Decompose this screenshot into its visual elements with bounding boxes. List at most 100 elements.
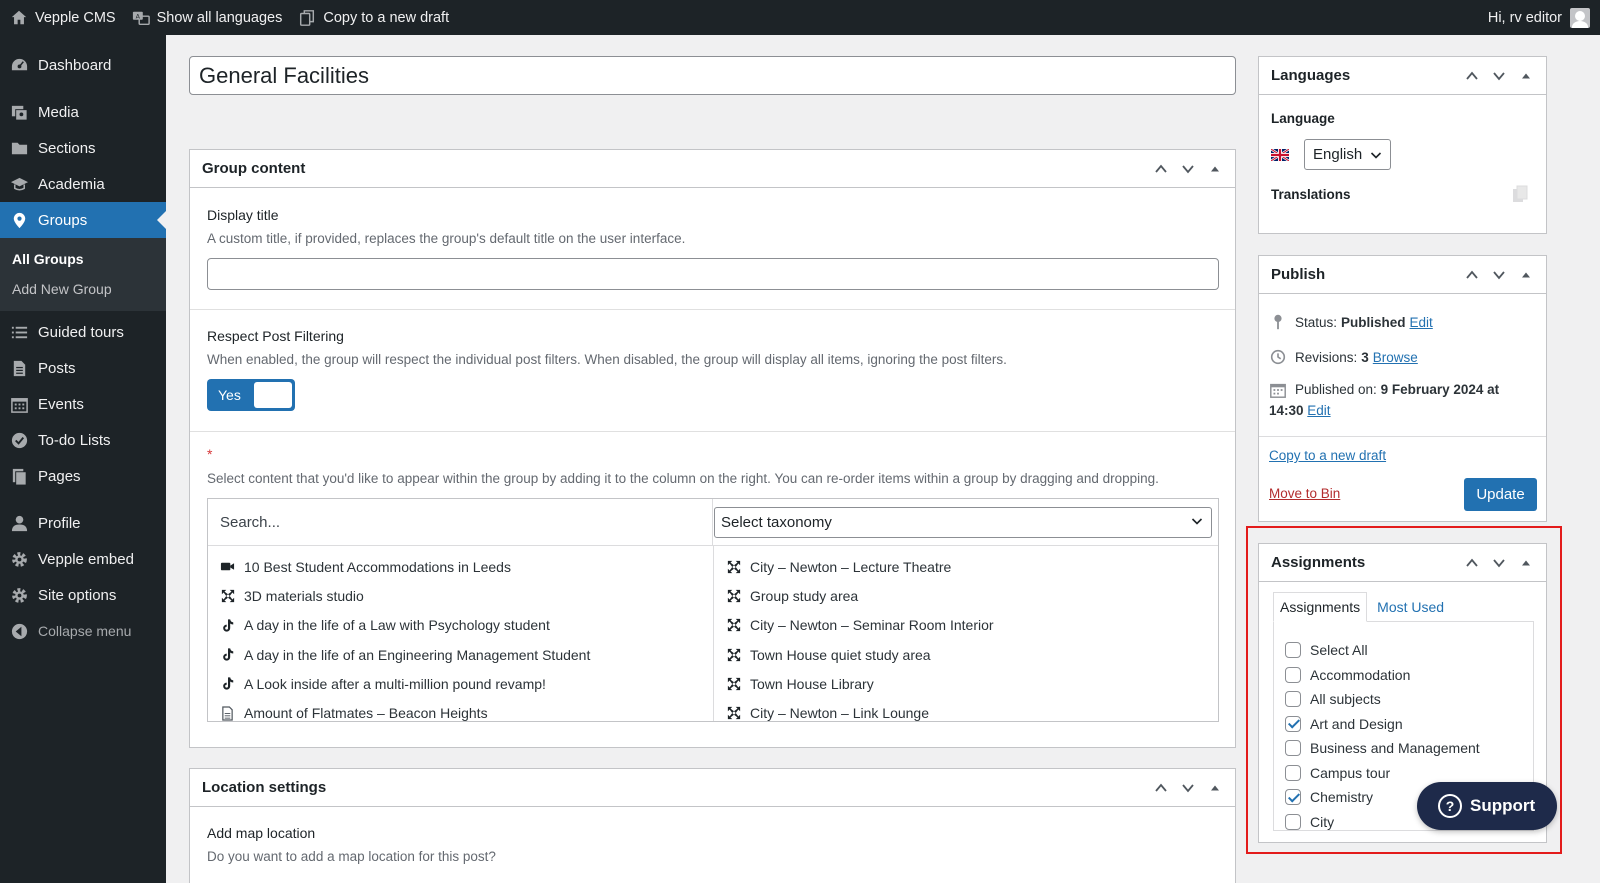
caret-up-icon[interactable] [1206,160,1223,177]
site-name-link[interactable]: Vepple CMS [0,0,124,35]
collapse-icon [10,622,29,641]
menu-groups[interactable]: Groups [0,202,166,238]
menu-guided-tours[interactable]: Guided tours [0,314,166,350]
panorama-icon [726,706,741,721]
menu-media[interactable]: Media [0,94,166,130]
edit-date-link[interactable]: Edit [1307,403,1330,418]
display-title-input[interactable] [207,258,1219,290]
chevron-up-icon[interactable] [1152,779,1169,796]
location-settings-box: Location settings Add map location Do yo… [189,768,1236,883]
dashboard-icon [10,56,29,75]
chevron-down-icon[interactable] [1179,160,1196,177]
menu-todo-lists[interactable]: To-do Lists [0,422,166,458]
panorama-icon [220,588,235,603]
language-select[interactable]: English [1304,139,1392,170]
content-item[interactable]: A Look inside after a multi-million poun… [208,669,713,698]
toggle-knob [254,382,292,408]
chevron-up-icon[interactable] [1152,160,1169,177]
content-selector-field: * Select content that you'd like to appe… [190,432,1235,722]
group-content-box: Group content Display title A custom tit… [189,149,1236,748]
respect-filtering-toggle[interactable]: Yes [207,379,295,411]
pages-icon [10,467,29,486]
publish-box: Publish Status: Published Edit Revisions… [1258,255,1547,522]
panorama-icon [726,618,741,633]
taxonomy-select[interactable]: Select taxonomy [714,506,1212,538]
caret-up-icon[interactable] [1206,779,1223,796]
languages-box: Languages Language English Translations [1258,56,1547,234]
menu-label: Collapse menu [38,623,132,639]
pin-icon [1274,314,1282,330]
support-label: Support [1470,796,1536,815]
posts-icon [10,359,29,378]
copy-draft-link[interactable]: Copy to a new draft [290,0,457,35]
menu-label: Sections [38,139,96,157]
menu-academia[interactable]: Academia [0,166,166,202]
chevron-up-icon[interactable] [1463,67,1480,84]
copy-draft-link[interactable]: Copy to a new draft [1269,448,1386,463]
chevron-down-icon[interactable] [1490,266,1507,283]
languages-header: Languages [1259,57,1546,95]
menu-label: Academia [38,175,105,193]
mortarboard-icon [10,175,29,194]
chevron-up-icon[interactable] [1463,266,1480,283]
content-search-input[interactable]: Search... [208,499,713,546]
submenu-add-new-group[interactable]: Add New Group [0,274,166,304]
menu-label: Profile [38,514,81,532]
submenu-all-groups[interactable]: All Groups [0,244,166,274]
content-item[interactable]: City – Newton – Seminar Room Interior [714,611,1218,640]
toggle-label: Yes [218,387,241,403]
calendar-icon [10,395,29,414]
content-item[interactable]: Town House Library [714,669,1218,698]
location-settings-header: Location settings [190,769,1235,807]
content-item-label: Amount of Flatmates – Beacon Heights [244,705,488,722]
menu-dashboard[interactable]: Dashboard [0,47,166,83]
content-item-label: City – Newton – Seminar Room Interior [750,617,994,634]
content-item[interactable]: Town House quiet study area [714,640,1218,669]
support-button[interactable]: ? Support [1417,782,1557,830]
menu-label: Pages [38,467,81,485]
translate-icon: A [132,11,150,25]
content-item[interactable]: A day in the life of an Engineering Mana… [208,640,713,669]
content-item[interactable]: Group study area [714,581,1218,610]
add-map-location-label: Add map location [207,825,316,841]
show-languages-link[interactable]: A Show all languages [124,0,291,35]
chevron-down-icon[interactable] [1490,67,1507,84]
browse-revisions-link[interactable]: Browse [1373,350,1418,365]
menu-site-options[interactable]: Site options [0,577,166,613]
language-label: Language [1271,111,1335,126]
content-item[interactable]: Amount of Flatmates – Beacon Heights [208,698,713,722]
admin-bar: Vepple CMS A Show all languages Copy to … [0,0,1600,35]
menu-profile[interactable]: Profile [0,505,166,541]
content-item[interactable]: A day in the life of a Law with Psycholo… [208,611,713,640]
post-title-input[interactable]: General Facilities [189,56,1236,95]
chevron-down-icon [1191,514,1203,531]
menu-events[interactable]: Events [0,386,166,422]
account-menu[interactable]: Hi, rv editor [1487,7,1600,28]
greeting: Hi, rv editor [1487,9,1562,26]
menu-posts[interactable]: Posts [0,350,166,386]
chevron-down-icon[interactable] [1179,779,1196,796]
menu-pages[interactable]: Pages [0,458,166,494]
content-item[interactable]: 3D materials studio [208,581,713,610]
gear-icon [10,550,29,569]
content-item[interactable]: City – Newton – Lecture Theatre [714,552,1218,581]
menu-vepple-embed[interactable]: Vepple embed [0,541,166,577]
caret-up-icon[interactable] [1517,266,1534,283]
edit-status-link[interactable]: Edit [1410,315,1433,330]
move-to-bin-link[interactable]: Move to Bin [1269,486,1340,501]
collapse-menu-button[interactable]: Collapse menu [0,613,166,649]
folder-icon [10,139,29,158]
menu-label: Posts [38,359,76,377]
caret-up-icon[interactable] [1517,67,1534,84]
available-items-list: 10 Best Student Accommodations in Leeds 3… [208,546,713,722]
publish-title: Publish [1271,266,1326,283]
group-content-header: Group content [190,150,1235,188]
update-button[interactable]: Update [1464,478,1537,511]
respect-filtering-label: Respect Post Filtering [207,328,344,344]
menu-sections[interactable]: Sections [0,130,166,166]
content-item-label: Group study area [750,587,859,604]
content-item[interactable]: City – Newton – Link Lounge [714,698,1218,721]
content-item[interactable]: 10 Best Student Accommodations in Leeds [208,552,713,581]
duplicate-icon[interactable] [1512,185,1528,203]
publish-header: Publish [1259,256,1546,294]
